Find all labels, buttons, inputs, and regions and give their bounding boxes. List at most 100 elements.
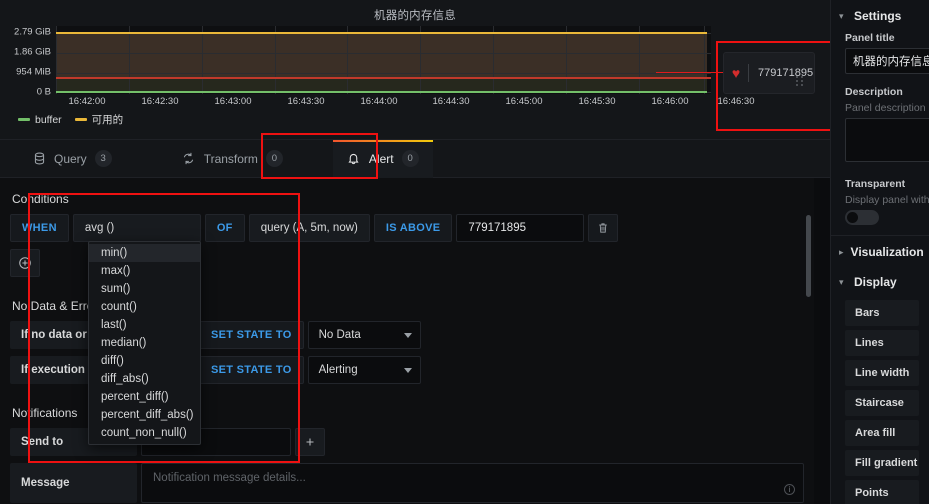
tab-label: Alert [368,151,394,166]
chart-legend: buffer 可用的 [18,112,123,127]
conditions-section-title: Conditions [12,192,69,206]
x-axis: 16:42:00 16:42:30 16:43:00 16:43:30 16:4… [56,96,755,112]
message-label: Message [10,463,137,503]
display-option-bars[interactable]: Bars [845,300,919,326]
tab-count-badge: 3 [94,150,112,167]
dropdown-option-min[interactable]: min() [89,244,200,262]
message-placeholder: Notification message details... [153,472,306,484]
plus-icon [306,438,314,446]
display-option-fill-gradient[interactable]: Fill gradient [845,450,919,476]
y-axis-tick: 954 MiB [16,66,51,78]
panel-title-input[interactable]: 机器的内存信息 [845,48,929,74]
display-option-points[interactable]: Points [845,480,919,504]
tab-transform[interactable]: Transform 0 [168,140,297,178]
chevron-down-icon [403,332,412,338]
x-axis-tick: 16:44:30 [432,96,470,107]
editor-tabs: Query 3 Transform 0 Alert 0 [0,139,830,178]
editor-scrollbar[interactable] [806,215,811,297]
condition-row: WHEN avg () OF query (A, 5m, now) IS ABO… [10,214,804,242]
tab-query[interactable]: Query 3 [18,140,126,178]
threshold-line [56,77,711,79]
dropdown-option-median[interactable]: median() [89,334,200,352]
x-axis-tick: 16:46:00 [651,96,689,107]
delete-condition-button[interactable] [588,214,619,242]
description-label: Description [845,86,903,98]
alert-annotation-marker[interactable]: ♥ 779171895 [723,52,815,94]
legend-item-buffer[interactable]: buffer [18,114,62,126]
tab-label: Query [54,151,87,166]
dropdown-option-diff[interactable]: diff() [89,352,200,370]
chevron-down-icon: ▾ [839,10,844,21]
threshold-input[interactable]: 779171895 [456,214,585,242]
query-select[interactable]: query (A, 5m, now) [248,214,370,242]
gridline-v [704,26,705,94]
info-icon[interactable]: i [784,484,795,495]
y-axis-tick: 0 B [36,86,51,98]
chevron-down-icon [403,367,412,373]
gridline-h [56,53,711,54]
message-textarea[interactable]: Notification message details... i [141,463,804,503]
gridline-v [202,26,203,94]
dropdown-option-diff-abs[interactable]: diff_abs() [89,370,200,388]
sidebar-section-display[interactable]: ▾ Display [831,266,929,296]
of-label: OF [204,214,245,242]
display-option-lines[interactable]: Lines [845,330,919,356]
y-axis-tick: 2.79 GiB [14,26,51,38]
transparent-toggle[interactable] [845,210,879,225]
dropdown-option-percent-diff[interactable]: percent_diff() [89,388,200,406]
dropdown-option-last[interactable]: last() [89,316,200,334]
y-axis: 2.79 GiB 1.86 GiB 954 MiB 0 B [0,26,55,98]
dropdown-option-count-non-null[interactable]: count_non_null() [89,424,200,442]
drag-handle-icon[interactable] [796,76,806,88]
panel-title-field: Panel title 机器的内存信息 [831,30,929,74]
display-option-line-width[interactable]: Line width [845,360,919,386]
x-axis-tick: 16:45:30 [578,96,616,107]
trash-icon [599,223,608,233]
when-label: WHEN [10,214,69,242]
dropdown-option-sum[interactable]: sum() [89,280,200,298]
sidebar-section-visualization[interactable]: ▸ Visualization [831,236,929,266]
x-axis-tick: 16:43:00 [214,96,252,107]
dropdown-option-max[interactable]: max() [89,262,200,280]
legend-swatch-icon [18,118,30,121]
exec-error-set-state-label: SET STATE TO [199,356,304,384]
dropdown-option-count[interactable]: count() [89,298,200,316]
tab-label: Transform [203,151,258,166]
no-data-state-select[interactable]: No Data [307,321,421,349]
panel-options-sidebar: ▾ Settings Panel title 机器的内存信息 Descripti… [830,0,929,504]
exec-error-state-select[interactable]: Alerting [307,356,421,384]
transparent-sublabel: Display panel without [845,194,929,206]
display-option-area-fill[interactable]: Area fill [845,420,919,446]
legend-swatch-icon [74,118,87,121]
sidebar-section-label: Visualization [850,245,924,259]
reducer-select[interactable]: avg () [72,214,201,242]
gridline-v [347,26,348,94]
transform-icon [182,152,196,166]
gridline-v [275,26,276,94]
series-line-available [56,32,707,34]
x-axis-tick: 16:45:00 [505,96,543,107]
add-notification-button[interactable] [295,428,325,456]
y-axis-tick: 1.86 GiB [14,46,51,58]
display-option-staircase[interactable]: Staircase [845,390,919,416]
legend-label: buffer [35,113,62,126]
exec-error-state-value: Alerting [318,364,358,376]
gridline-h [56,73,711,74]
tab-alert[interactable]: Alert 0 [332,139,433,178]
reducer-dropdown-menu[interactable]: min() max() sum() count() last() median(… [88,241,201,445]
dropdown-option-percent-diff-abs[interactable]: percent_diff_abs() [89,406,200,424]
description-sublabel: Panel description [845,102,926,114]
x-axis-tick: 16:44:00 [360,96,398,107]
transparent-label: Transparent [845,178,906,190]
graph-area: 2.79 GiB 1.86 GiB 954 MiB 0 B 16:42:00 1… [0,26,830,112]
sidebar-section-settings[interactable]: ▾ Settings [831,0,929,30]
x-axis-tick: 16:42:00 [68,96,106,107]
graph-panel: 机器的内存信息 2.79 GiB 1.86 GiB 954 MiB 0 B 16… [0,0,830,140]
add-condition-button[interactable] [10,249,40,277]
evaluator-select[interactable]: IS ABOVE [373,214,453,242]
grafana-panel-editor: 机器的内存信息 2.79 GiB 1.86 GiB 954 MiB 0 B 16… [0,0,929,504]
description-textarea[interactable] [845,118,929,162]
legend-item-available[interactable]: 可用的 [74,112,123,127]
series-line-buffer [56,91,707,93]
gridline-v [639,26,640,94]
